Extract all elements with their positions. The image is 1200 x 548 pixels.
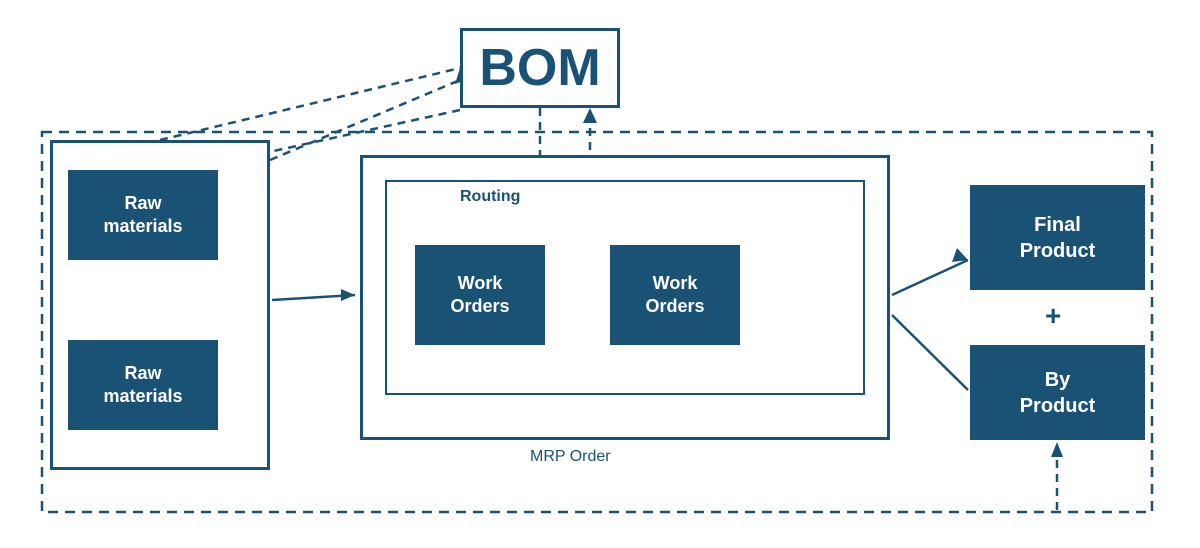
work-orders-box-1: Work Orders (415, 245, 545, 345)
bom-box: BOM (460, 28, 620, 108)
plus-sign: + (1045, 300, 1061, 332)
final-product-box: Final Product (970, 185, 1145, 290)
work-orders-label-1: Work Orders (450, 272, 509, 319)
mrp-order-label: MRP Order (530, 448, 611, 466)
routing-label: Routing (460, 188, 520, 206)
raw-materials-box-1: Raw materials (68, 170, 218, 260)
by-product-label: By Product (1020, 367, 1096, 419)
final-product-label: Final Product (1020, 212, 1096, 264)
raw-materials-label-1: Raw materials (103, 192, 182, 239)
bom-label: BOM (479, 38, 600, 98)
work-orders-label-2: Work Orders (645, 272, 704, 319)
work-orders-box-2: Work Orders (610, 245, 740, 345)
raw-materials-label-2: Raw materials (103, 362, 182, 409)
by-product-box: By Product (970, 345, 1145, 440)
diagram-container: BOM Raw materials Raw materials Routing … (0, 0, 1200, 548)
raw-materials-box-2: Raw materials (68, 340, 218, 430)
